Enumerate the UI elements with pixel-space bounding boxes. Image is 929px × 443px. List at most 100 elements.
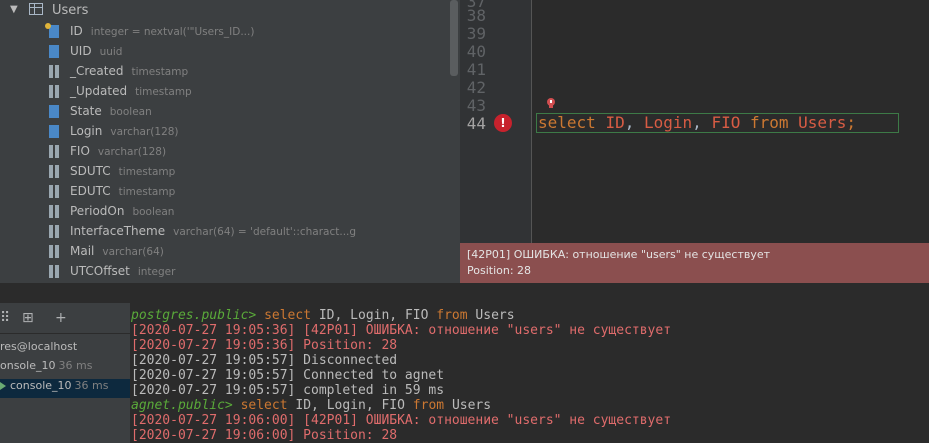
column-name: SDUTC bbox=[70, 164, 111, 178]
console-line: postgres.public> select ID, Login, FIO f… bbox=[131, 308, 515, 323]
column-icon bbox=[47, 85, 60, 98]
line-number-gutter: 37 38 39 40 41 42 43 44 ! bbox=[460, 0, 532, 243]
gutter-divider bbox=[531, 0, 532, 243]
service-time: 36 ms bbox=[74, 379, 109, 392]
error-icon[interactable]: ! bbox=[494, 114, 512, 132]
code-punct: , bbox=[624, 113, 635, 132]
console-line: [2020-07-27 19:05:57] completed in 59 ms bbox=[131, 383, 445, 398]
column-icon bbox=[47, 165, 60, 178]
column-type: boolean bbox=[132, 206, 175, 218]
line-number: 43 bbox=[466, 96, 486, 115]
sql-editor[interactable]: 37 38 39 40 41 42 43 44 ! select ID, Log… bbox=[460, 0, 929, 243]
console-error-line: [2020-07-27 19:05:36] [42P01] ОШИБКА: от… bbox=[131, 323, 672, 338]
service-item[interactable]: res@localhost bbox=[0, 340, 130, 359]
group-icon[interactable]: ⠿ bbox=[0, 310, 10, 326]
code-identifier: ID bbox=[605, 113, 625, 132]
panel-divider bbox=[0, 283, 929, 303]
console-error-line: [2020-07-27 19:05:36] Position: 28 bbox=[131, 338, 398, 353]
column-type: timestamp bbox=[118, 186, 176, 198]
column-type: integer bbox=[137, 266, 176, 278]
console-text: ID, bbox=[295, 398, 319, 413]
console-keyword: select bbox=[264, 308, 312, 323]
column-item[interactable]: ID integer = nextval('"Users_ID...) bbox=[45, 21, 447, 41]
column-type: integer = nextval('"Users_ID...) bbox=[90, 26, 255, 38]
database-tree: ▼ Users ID integer = nextval('"Users_ID..… bbox=[0, 0, 448, 283]
primary-key-column-icon bbox=[45, 23, 60, 38]
column-name: InterfaceTheme bbox=[70, 224, 166, 238]
error-position: Position: 28 bbox=[467, 264, 532, 277]
console-text: Users bbox=[475, 308, 515, 323]
table-name: Users bbox=[52, 3, 89, 18]
column-icon bbox=[47, 65, 60, 78]
column-item[interactable]: Mail varchar(64) bbox=[47, 241, 447, 261]
code-identifier: FIO bbox=[711, 113, 741, 132]
table-node-users[interactable]: ▼ Users bbox=[0, 0, 448, 20]
add-icon[interactable]: + bbox=[55, 310, 67, 326]
console-prompt: agnet.public> bbox=[131, 398, 233, 413]
code-line-44[interactable]: select ID, Login, FIO from Users; bbox=[538, 113, 856, 132]
column-name: _Updated bbox=[70, 84, 128, 98]
column-type: varchar(128) bbox=[97, 146, 167, 158]
column-name: Mail bbox=[70, 244, 95, 258]
services-panel: ⠿ ⊞ + res@localhost onsole_10 36 ms conso… bbox=[0, 303, 130, 443]
code-punct: ; bbox=[846, 113, 856, 132]
column-icon bbox=[47, 125, 60, 138]
play-icon bbox=[0, 382, 6, 390]
console-text: ID, bbox=[318, 308, 343, 323]
column-icon bbox=[47, 205, 60, 218]
column-name: UID bbox=[70, 44, 92, 58]
line-number: 41 bbox=[466, 60, 486, 79]
column-icon bbox=[47, 225, 60, 238]
line-number: 42 bbox=[466, 78, 486, 97]
column-type: timestamp bbox=[135, 86, 192, 98]
column-item[interactable]: InterfaceTheme varchar(64) = 'default'::c… bbox=[47, 221, 447, 241]
intention-bulb-icon[interactable] bbox=[546, 98, 556, 110]
code-keyword: from bbox=[749, 113, 789, 132]
column-type: varchar(64) bbox=[102, 246, 164, 258]
error-tooltip: [42P01] ОШИБКА: отношение "users" не сущ… bbox=[460, 243, 929, 283]
code-punct: , bbox=[692, 113, 702, 132]
service-label: res@localhost bbox=[0, 340, 78, 353]
column-item[interactable]: State boolean bbox=[47, 101, 447, 121]
expand-arrow-icon[interactable]: ▼ bbox=[10, 4, 18, 15]
column-icon bbox=[47, 265, 60, 278]
line-number: 40 bbox=[466, 42, 486, 61]
services-toolbar: ⠿ ⊞ + bbox=[0, 303, 130, 334]
column-type: varchar(64) = 'default'::charact...g bbox=[173, 226, 357, 238]
column-name: _Created bbox=[70, 64, 124, 78]
column-name: State bbox=[70, 104, 102, 118]
column-icon bbox=[47, 145, 60, 158]
column-type: timestamp bbox=[131, 66, 189, 78]
service-time: 36 ms bbox=[58, 359, 93, 372]
console-error-line: [2020-07-27 19:06:00] Position: 28 bbox=[131, 428, 398, 443]
column-item[interactable]: FIO varchar(128) bbox=[47, 141, 447, 161]
column-item[interactable]: UID uuid bbox=[47, 41, 447, 61]
layout-icon[interactable]: ⊞ bbox=[22, 310, 34, 326]
column-item[interactable]: SDUTC timestamp bbox=[47, 161, 447, 181]
column-type: varchar(128) bbox=[110, 126, 179, 138]
column-item[interactable]: Login varchar(128) bbox=[47, 121, 447, 141]
column-item[interactable]: UTCOffset integer bbox=[47, 261, 447, 281]
console-keyword: from bbox=[412, 398, 445, 413]
line-number-current: 44 bbox=[466, 114, 486, 133]
line-number: 39 bbox=[466, 24, 486, 43]
service-item[interactable]: onsole_10 36 ms bbox=[0, 359, 130, 378]
column-item[interactable]: EDUTC timestamp bbox=[47, 181, 447, 201]
column-item[interactable]: _Created timestamp bbox=[47, 61, 447, 81]
console-line: [2020-07-27 19:05:57] Connected to agnet bbox=[131, 368, 445, 383]
console-output[interactable]: postgres.public> select ID, Login, FIO f… bbox=[130, 303, 929, 443]
column-type: uuid bbox=[99, 46, 123, 58]
service-item-selected[interactable]: console_10 36 ms bbox=[0, 379, 130, 398]
column-name: EDUTC bbox=[70, 184, 111, 198]
column-item[interactable]: PeriodOn boolean bbox=[47, 201, 447, 221]
tree-scrollbar[interactable] bbox=[450, 0, 458, 76]
service-label: onsole_10 bbox=[0, 359, 56, 372]
console-text: Login, bbox=[326, 398, 374, 413]
column-icon bbox=[47, 45, 60, 58]
code-identifier: Users bbox=[798, 113, 847, 132]
code-identifier: Login bbox=[643, 113, 693, 132]
column-item[interactable]: _Updated timestamp bbox=[47, 81, 447, 101]
service-label: console_10 bbox=[10, 379, 72, 392]
error-message: [42P01] ОШИБКА: отношение "users" не сущ… bbox=[467, 248, 771, 261]
console-text: FIO bbox=[381, 398, 405, 413]
